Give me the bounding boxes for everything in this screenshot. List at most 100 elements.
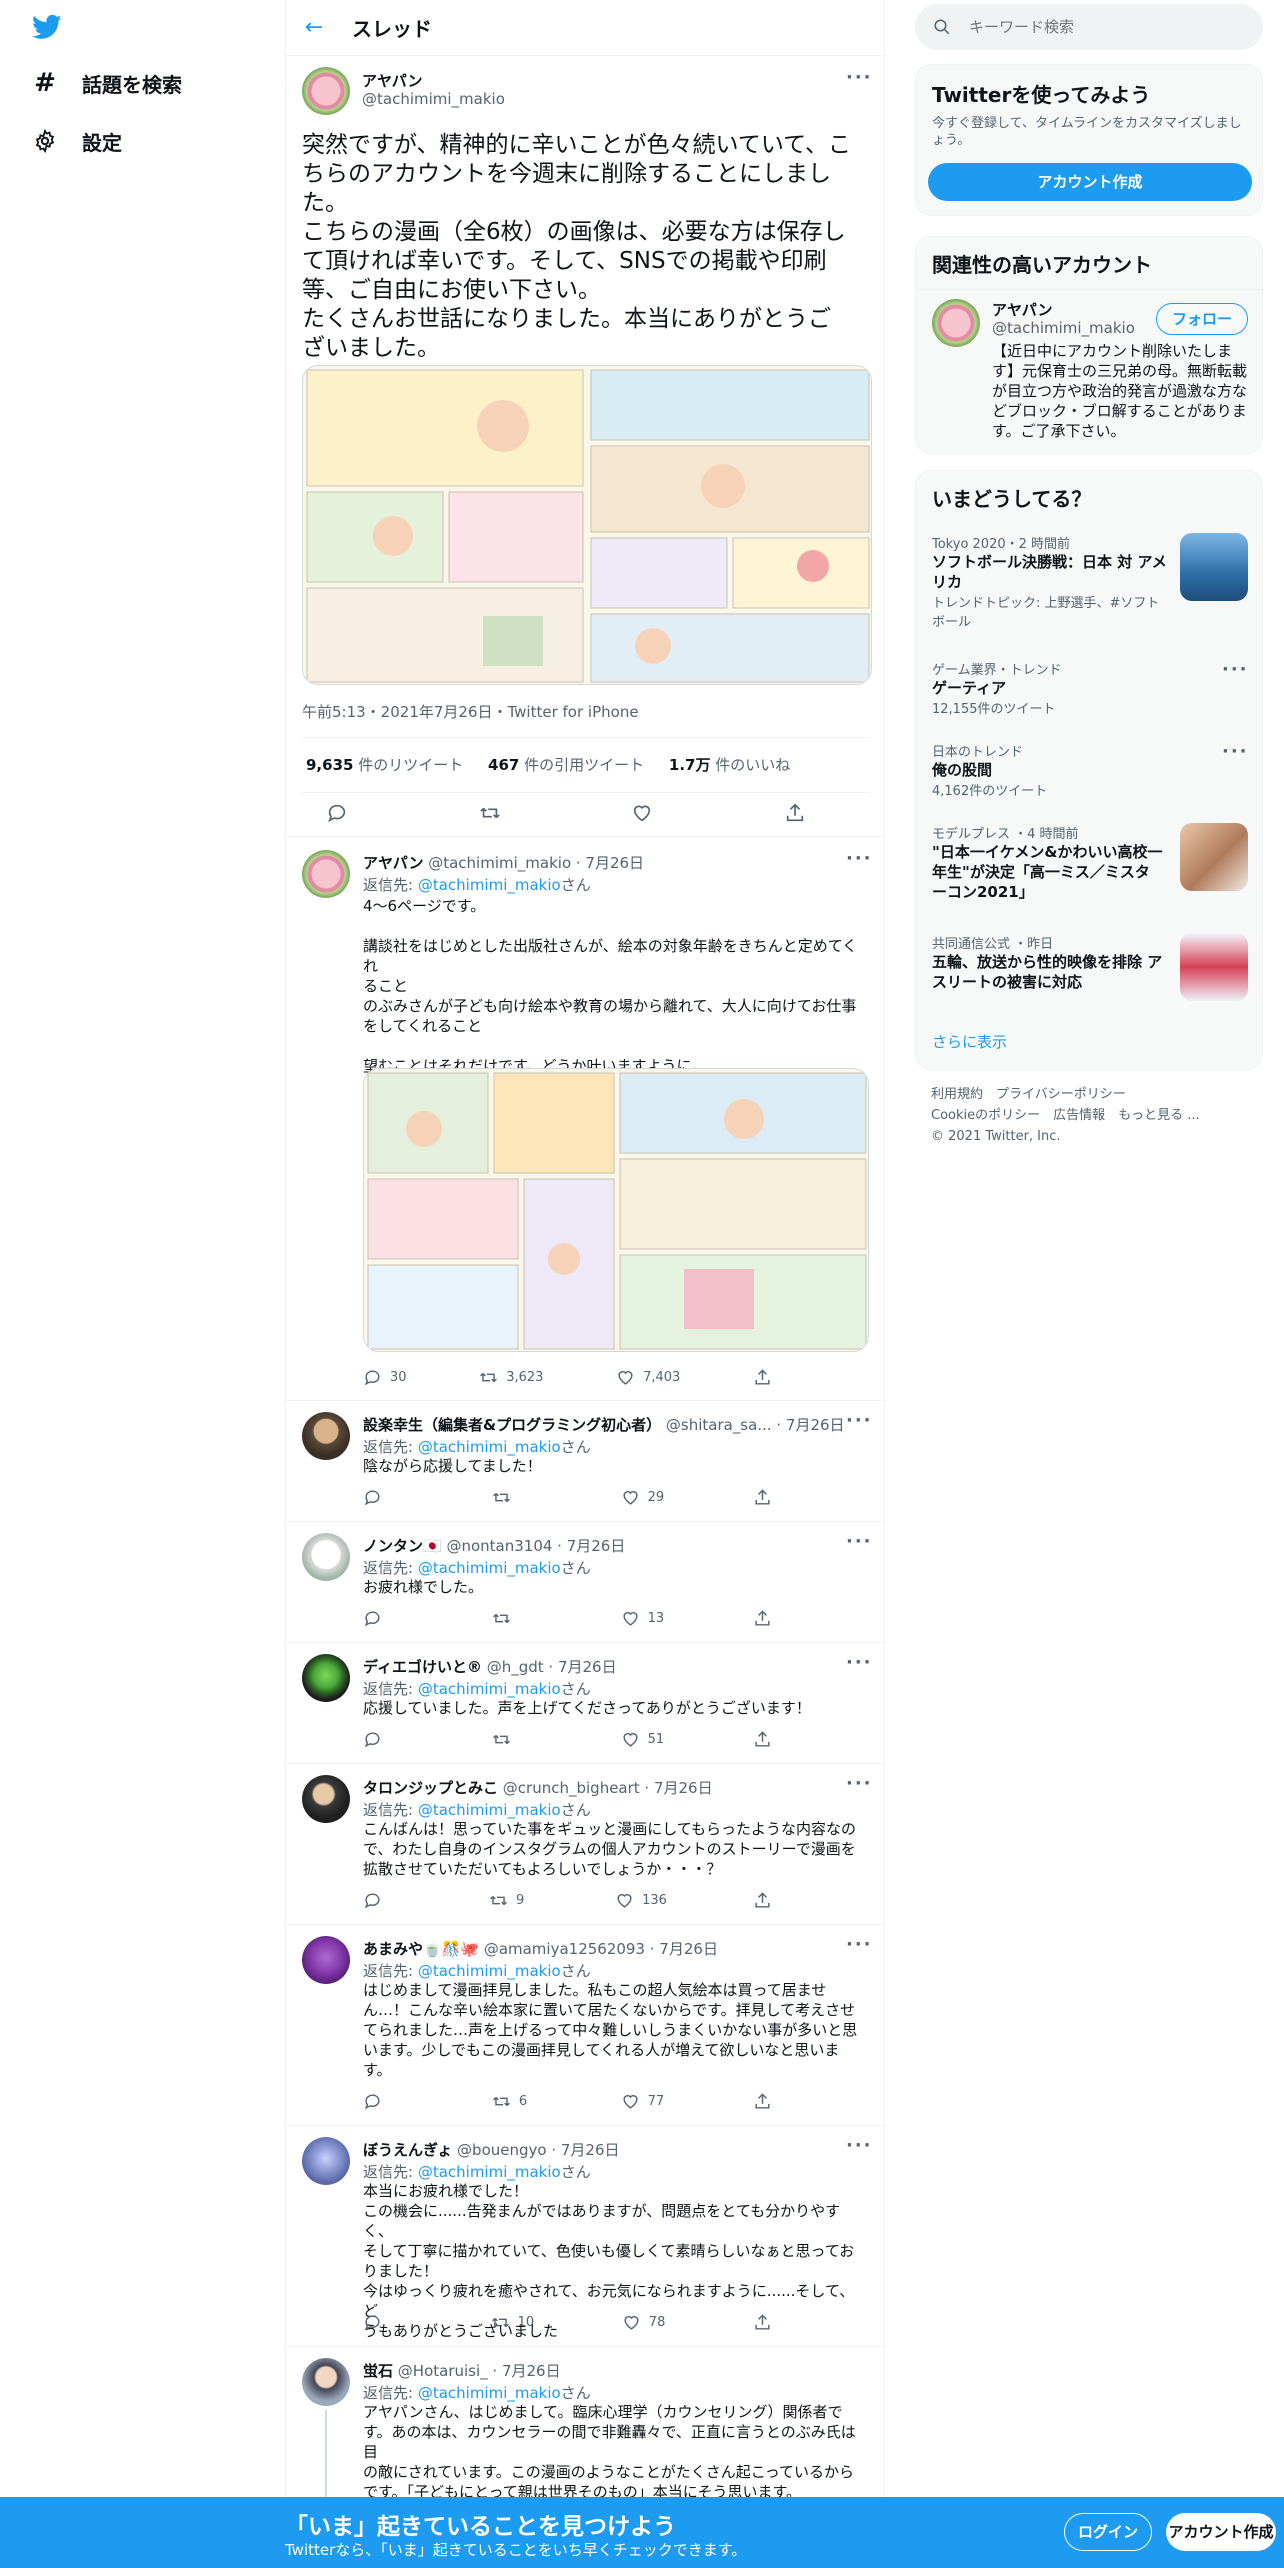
author-name[interactable]: ノンタン🇯🇵 (363, 1537, 442, 1555)
like-action[interactable]: 29 (621, 1488, 664, 1507)
more-icon[interactable]: ··· (846, 67, 873, 88)
share-icon[interactable] (784, 802, 806, 824)
avatar[interactable] (302, 2137, 350, 2185)
author-handle[interactable]: @tachimimi_makio · 7月26日 (428, 854, 644, 872)
reply-tweet[interactable]: あまみや🍵🎊🐙 @amamiya12562093 · 7月26日 ··· 返信先… (286, 1926, 886, 2126)
reply-action[interactable]: 30 (363, 1368, 407, 1387)
quote-stat[interactable]: 467 件の引用ツイート (488, 756, 644, 774)
author-handle[interactable]: @shitara_sa... · 7月26日 (666, 1416, 845, 1434)
more-icon[interactable]: ··· (846, 848, 873, 869)
search-input[interactable] (969, 18, 1239, 36)
login-button[interactable]: ログイン (1064, 2513, 1152, 2551)
like-action[interactable]: 7,403 (616, 1368, 680, 1387)
footer-line[interactable]: Cookieのポリシー 広告情報 もっと見る ... (931, 1105, 1200, 1126)
reply-to-link[interactable]: @tachimimi_makio (418, 2384, 561, 2402)
retweet-action[interactable]: 9 (489, 1891, 529, 1910)
comic-image[interactable] (363, 1068, 869, 1352)
reply-tweet[interactable]: 設楽幸生（編集者&プログラミング初心者） @shitara_sa... · 7月… (286, 1402, 886, 1522)
share-action[interactable] (753, 1891, 793, 1910)
avatar[interactable] (932, 299, 980, 347)
share-action[interactable] (753, 2092, 793, 2111)
avatar[interactable] (302, 1936, 350, 1984)
reply-to-link[interactable]: @tachimimi_makio (418, 1801, 561, 1819)
reply-tweet[interactable]: アヤパン @tachimimi_makio · 7月26日 ··· 返信先: @… (286, 838, 886, 1401)
author-handle[interactable]: @h_gdt · 7月26日 (487, 1658, 617, 1676)
twitter-logo-icon[interactable] (30, 12, 64, 42)
trend-item[interactable]: モデルプレス ・4 時間前 "日本一イケメン&かわいい高校一年生"が決定「高一ミ… (932, 823, 1248, 902)
reply-to-link[interactable]: @tachimimi_makio (418, 1680, 561, 1698)
back-arrow-icon[interactable]: ← (286, 15, 342, 40)
author-handle[interactable]: @bouengyo · 7月26日 (457, 2141, 619, 2159)
trend-item[interactable]: Tokyo 2020・2 時間前 ソフトボール決勝戦：日本 対 アメリカ トレン… (932, 533, 1248, 630)
avatar[interactable] (302, 850, 350, 898)
more-icon[interactable]: ··· (846, 2135, 873, 2156)
reply-action[interactable] (363, 1488, 403, 1507)
retweet-stat[interactable]: 9,635 件のリツイート (306, 756, 463, 774)
author-handle[interactable]: @Hotaruisi_ · 7月26日 (398, 2362, 561, 2380)
related-name[interactable]: アヤパン (992, 299, 1052, 320)
author-handle[interactable]: @nontan3104 · 7月26日 (446, 1537, 625, 1555)
more-icon[interactable]: ··· (1222, 659, 1249, 680)
like-stat[interactable]: 1.7万 件のいいね (669, 756, 790, 774)
like-action[interactable]: 78 (622, 2313, 665, 2332)
more-icon[interactable]: ··· (846, 1531, 873, 1552)
retweet-action[interactable]: 10 (491, 2313, 534, 2332)
reply-action[interactable] (363, 2313, 403, 2332)
reply-action[interactable] (363, 1609, 403, 1628)
author-name[interactable]: ディエゴけいと® (363, 1658, 482, 1676)
avatar[interactable] (302, 67, 350, 115)
share-action[interactable] (753, 1609, 793, 1628)
footer-line[interactable]: 利用規約 プライバシーポリシー (931, 1084, 1200, 1105)
author-name[interactable]: タロンジップとみこ (363, 1779, 498, 1797)
retweet-action[interactable]: 3,623 (479, 1368, 543, 1387)
author-handle[interactable]: @tachimimi_makio (362, 90, 505, 108)
retweet-action[interactable] (492, 1609, 532, 1628)
avatar[interactable] (302, 2358, 350, 2406)
reply-action[interactable] (363, 1730, 403, 1749)
reply-icon[interactable] (326, 802, 348, 824)
reply-to-link[interactable]: @tachimimi_makio (418, 1559, 561, 1577)
author-name[interactable]: アヤパン (362, 70, 422, 91)
share-action[interactable] (753, 1368, 793, 1387)
avatar[interactable] (302, 1533, 350, 1581)
trend-item[interactable]: 日本のトレンド 俺の股間 4,162件のツイート ··· (932, 741, 1248, 799)
trend-topic[interactable]: トレンドトピック: 上野選手、#ソフトボール (932, 592, 1172, 630)
author-name[interactable]: 蛍石 (363, 2362, 393, 2380)
reply-tweet[interactable]: ノンタン🇯🇵 @nontan3104 · 7月26日 ··· 返信先: @tac… (286, 1523, 886, 1643)
like-action[interactable]: 77 (621, 2092, 664, 2111)
reply-tweet[interactable]: タロンジップとみこ @crunch_bigheart · 7月26日 ··· 返… (286, 1765, 886, 1925)
like-icon[interactable] (631, 802, 653, 824)
related-handle[interactable]: @tachimimi_makio (992, 319, 1135, 337)
like-action[interactable]: 136 (615, 1891, 667, 1910)
comic-image[interactable] (302, 365, 872, 685)
signup-button[interactable]: アカウント作成 (1166, 2513, 1276, 2551)
nav-explore[interactable]: # 話題を検索 (30, 68, 182, 98)
reply-to-link[interactable]: @tachimimi_makio (418, 1438, 561, 1456)
show-more-link[interactable]: さらに表示 (932, 1031, 1007, 1052)
author-handle[interactable]: @amamiya12562093 · 7月26日 (484, 1940, 718, 1958)
reply-tweet[interactable]: 蛍石 @Hotaruisi_ · 7月26日 返信先: @tachimimi_m… (286, 2348, 886, 2501)
reply-tweet[interactable]: ぼうえんぎょ @bouengyo · 7月26日 ··· 返信先: @tachi… (286, 2127, 886, 2347)
share-action[interactable] (753, 2313, 793, 2332)
follow-button[interactable]: フォロー (1156, 303, 1248, 335)
reply-to-link[interactable]: @tachimimi_makio (418, 2163, 561, 2181)
retweet-action[interactable]: 6 (492, 2092, 532, 2111)
more-icon[interactable]: ··· (846, 1773, 873, 1794)
reply-action[interactable] (363, 2092, 403, 2111)
reply-action[interactable] (363, 1891, 403, 1910)
tweet-timestamp[interactable]: 午前5:13・2021年7月26日・Twitter for iPhone (302, 701, 639, 722)
retweet-icon[interactable] (479, 802, 501, 824)
share-action[interactable] (753, 1488, 793, 1507)
more-icon[interactable]: ··· (846, 1934, 873, 1955)
reply-to-link[interactable]: @tachimimi_makio (418, 1962, 561, 1980)
share-action[interactable] (753, 1730, 793, 1749)
like-action[interactable]: 51 (621, 1730, 664, 1749)
like-action[interactable]: 13 (621, 1609, 664, 1628)
author-name[interactable]: アヤパン (363, 854, 423, 872)
search-box[interactable] (915, 4, 1263, 50)
more-icon[interactable]: ··· (846, 1652, 873, 1673)
reply-tweet[interactable]: ディエゴけいと® @h_gdt · 7月26日 ··· 返信先: @tachim… (286, 1644, 886, 1764)
reply-to-link[interactable]: @tachimimi_makio (418, 876, 561, 894)
author-name[interactable]: あまみや🍵🎊🐙 (363, 1940, 479, 1958)
author-handle[interactable]: @crunch_bigheart · 7月26日 (503, 1779, 713, 1797)
